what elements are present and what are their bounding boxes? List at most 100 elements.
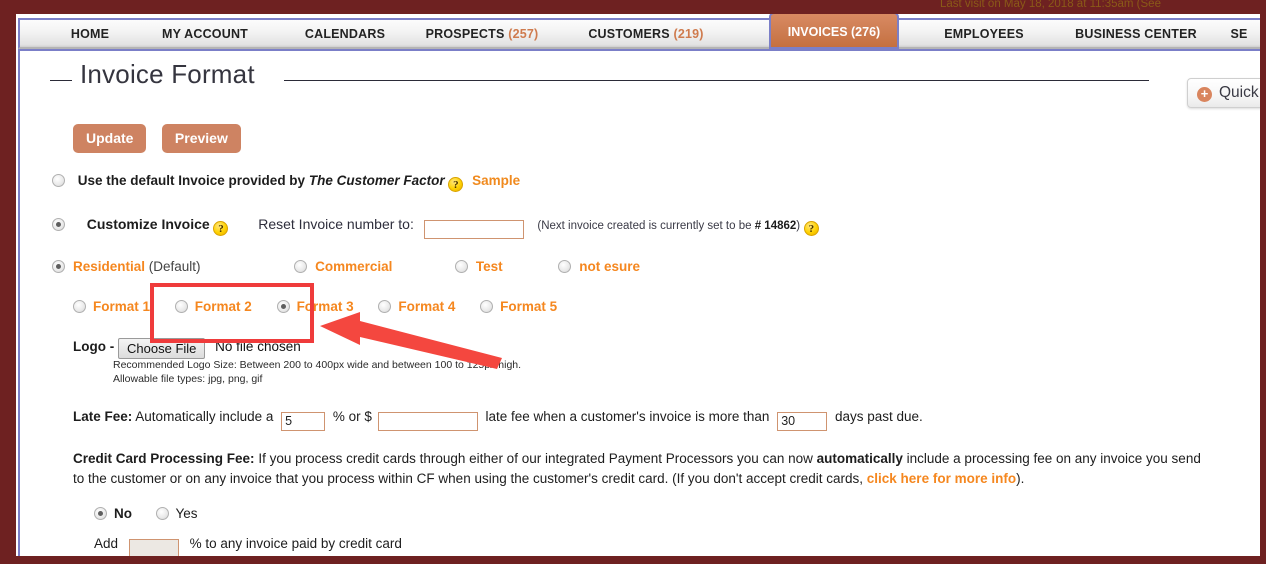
help-icon-default-invoice[interactable]: ? (448, 177, 464, 192)
nav-tab-customers[interactable]: CUSTOMERS (219) (572, 20, 720, 49)
late-fee-text-1: Automatically include a (135, 409, 274, 424)
nav-tab-my-account[interactable]: MY ACCOUNT (138, 20, 272, 49)
nav-tab-strip: HOME MY ACCOUNT CALENDARS PROSPECTS (257… (18, 18, 1260, 49)
default-invoice-row: Use the default Invoice provided by The … (52, 173, 520, 192)
radio-customize-invoice[interactable] (52, 218, 65, 231)
nav-tab-label: BUSINESS CENTER (1075, 27, 1197, 41)
content-left-border (18, 49, 20, 556)
late-fee-text-3: late fee when a customer's invoice is mo… (485, 409, 770, 424)
window-frame-left (0, 0, 16, 564)
credit-card-fee-percent-row: Add % to any invoice paid by credit card (94, 536, 402, 556)
radio-format-1[interactable] (73, 300, 86, 313)
nav-tab-invoices-active[interactable]: INVOICES (276) (769, 14, 899, 49)
credit-card-fee-text-3: ). (1016, 471, 1025, 486)
help-icon-customize-invoice[interactable]: ? (213, 221, 229, 236)
nav-tab-home[interactable]: HOME (38, 20, 142, 49)
logo-upload-row: Logo - Choose File No file chosen (73, 338, 301, 359)
nav-tab-label: PROSPECTS (425, 27, 505, 41)
credit-card-fee-toggle-row: No Yes (94, 506, 198, 521)
format-option-2[interactable]: Format 2 (174, 299, 252, 314)
cc-fee-add-label: Add (94, 536, 119, 551)
nav-tab-count: (257) (508, 27, 539, 41)
invoice-type-default-suffix: (Default) (145, 259, 201, 274)
page-header: Invoice Format (36, 59, 1149, 101)
late-fee-percent-input[interactable] (281, 411, 326, 431)
quick-add-button[interactable]: + Quick Ad (1187, 78, 1260, 108)
nav-tab-prospects[interactable]: PROSPECTS (257) (408, 20, 556, 49)
preview-button[interactable]: Preview (161, 124, 241, 153)
nav-tab-label: CUSTOMERS (588, 27, 670, 41)
sample-link[interactable]: Sample (472, 173, 520, 188)
radio-invoice-type-residential[interactable] (52, 260, 65, 273)
invoice-type-label: Test (475, 259, 503, 274)
format-label: Format 3 (296, 299, 354, 314)
radio-invoice-type-not-esure[interactable] (558, 260, 572, 273)
radio-format-4[interactable] (378, 300, 392, 313)
action-button-row: Update Preview (73, 124, 241, 153)
heading-dash-left (50, 80, 72, 81)
content-top-border (18, 49, 1260, 51)
nav-tab-calendars[interactable]: CALENDARS (278, 20, 412, 49)
help-icon-next-invoice[interactable]: ? (803, 221, 819, 236)
reset-invoice-number-label: Reset Invoice number to: (258, 216, 414, 232)
customize-invoice-label: Customize Invoice (86, 216, 210, 232)
nav-tab-label: SE (1230, 27, 1248, 41)
update-button[interactable]: Update (73, 124, 147, 153)
format-label: Format 5 (500, 299, 558, 314)
late-fee-text-4: days past due. (834, 409, 923, 424)
radio-cc-fee-no[interactable] (94, 507, 107, 520)
radio-cc-fee-yes[interactable] (155, 507, 169, 520)
late-fee-row: Late Fee: Automatically include a % or $… (73, 409, 923, 431)
nav-tab-settings[interactable]: SE (1216, 20, 1260, 49)
logo-dash: - (109, 339, 115, 354)
credit-card-fee-paragraph: Credit Card Processing Fee: If you proce… (73, 449, 1213, 489)
late-fee-amount-input[interactable] (377, 411, 478, 431)
invoice-type-row: Residential (Default) Commercial Test no… (52, 259, 640, 274)
app-page: HOME MY ACCOUNT CALENDARS PROSPECTS (257… (16, 14, 1260, 556)
format-radio-group: Format 1 Format 2 Format 3 Format 4 Form… (73, 299, 578, 314)
format-option-4[interactable]: Format 4 (378, 299, 455, 314)
format-option-1[interactable]: Format 1 (73, 299, 150, 314)
reset-invoice-number-input[interactable] (423, 219, 524, 239)
choose-file-button[interactable]: Choose File (118, 338, 206, 359)
nav-tab-business-center[interactable]: BUSINESS CENTER (1052, 20, 1220, 49)
cc-fee-percent-input[interactable] (128, 538, 179, 556)
invoice-type-label: Residential (73, 259, 146, 274)
next-invoice-number: # 14862 (754, 220, 797, 232)
nav-tab-employees[interactable]: EMPLOYEES (910, 20, 1058, 49)
format-option-3[interactable]: Format 3 (276, 299, 354, 314)
format-label: Format 4 (398, 299, 456, 314)
next-invoice-note: (Next invoice created is currently set t… (537, 220, 800, 232)
logo-types-hint: Allowable file types: jpg, png, gif (113, 373, 263, 385)
credit-card-fee-text-1: If you process credit cards through eith… (254, 451, 817, 466)
radio-format-5[interactable] (480, 300, 494, 313)
radio-format-2[interactable] (174, 300, 188, 313)
nav-tab-label: MY ACCOUNT (161, 27, 249, 41)
logo-size-hint: Recommended Logo Size: Between 200 to 40… (113, 359, 522, 371)
cc-fee-add-suffix: % to any invoice paid by credit card (189, 536, 402, 551)
radio-use-default-invoice[interactable] (52, 174, 65, 187)
heading-rule (284, 80, 1149, 81)
radio-format-3[interactable] (276, 300, 290, 313)
customize-invoice-row: Customize Invoice ? Reset Invoice number… (52, 216, 819, 239)
next-invoice-prefix: (Next invoice created is currently set t… (537, 220, 755, 232)
late-fee-label: Late Fee: (73, 409, 133, 424)
radio-invoice-type-test[interactable] (454, 260, 468, 273)
nav-tab-label: HOME (70, 27, 110, 41)
window-frame-right (1260, 0, 1266, 564)
brand-name: The Customer Factor (308, 173, 445, 188)
invoice-type-label: Commercial (315, 259, 393, 274)
nav-tab-label: CALENDARS (304, 27, 386, 41)
no-file-chosen-text: No file chosen (215, 339, 301, 354)
logo-label: Logo (73, 339, 106, 354)
next-invoice-suffix: ) (796, 220, 801, 232)
format-option-5[interactable]: Format 5 (480, 299, 557, 314)
cc-fee-no-label: No (114, 506, 132, 521)
more-info-link[interactable]: click here for more info (867, 471, 1016, 486)
format-label: Format 2 (194, 299, 252, 314)
late-fee-days-input[interactable] (777, 411, 828, 431)
page-title: Invoice Format (80, 59, 255, 89)
radio-invoice-type-commercial[interactable] (294, 260, 308, 273)
invoice-type-label: not esure (579, 259, 640, 274)
credit-card-fee-bold-word: automatically (816, 451, 903, 466)
